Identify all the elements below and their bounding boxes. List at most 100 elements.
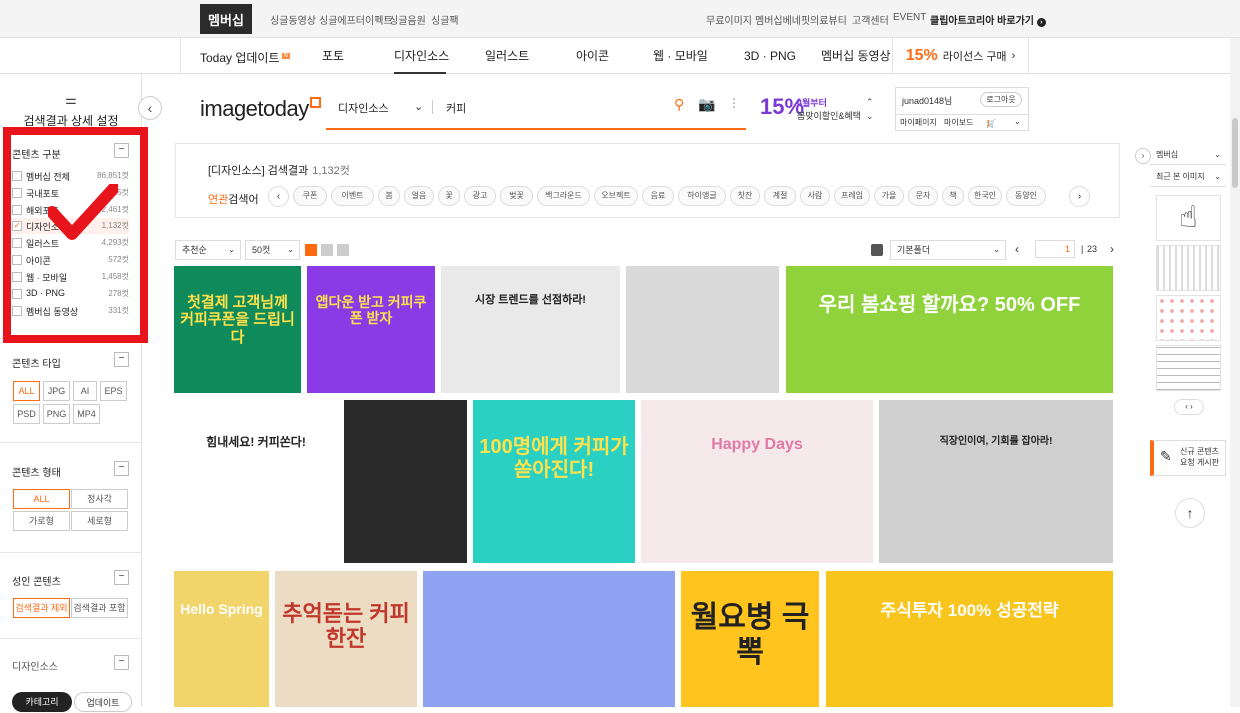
search-icon[interactable]: ⚲ — [674, 96, 684, 113]
type-jpg-button[interactable]: JPG — [43, 381, 70, 401]
related-keyword-chip[interactable]: 꽃 — [438, 186, 460, 206]
recent-thumb-hand-icon[interactable]: ☝ — [1156, 195, 1221, 241]
right-panel-select-membership[interactable]: 멤버십 ⌄ — [1150, 145, 1226, 165]
result-thumbnail[interactable]: 100명에게 커피가 쏟아진다! — [473, 400, 635, 563]
shape-square-button[interactable]: 정사각 — [71, 489, 128, 509]
top-link-medical[interactable]: 의료뷰티 — [810, 12, 847, 27]
type-psd-button[interactable]: PSD — [13, 404, 40, 424]
result-thumbnail[interactable]: 주식투자 100% 성공전략 — [826, 571, 1113, 707]
checkbox-checked[interactable]: ✓ — [12, 221, 22, 231]
related-keyword-chip[interactable]: 봄 — [378, 186, 400, 206]
mypage-link[interactable]: 마이페이지 — [900, 117, 937, 128]
related-keyword-chip[interactable]: 음료 — [642, 186, 674, 206]
more-vertical-icon[interactable]: ⋮ — [728, 96, 740, 110]
scroll-top-button[interactable]: ↑ — [1175, 498, 1205, 528]
result-thumbnail[interactable]: 힘내세요! 커피쏜다! — [174, 400, 338, 563]
folder-icon[interactable] — [871, 244, 883, 256]
adult-include-button[interactable]: 검색결과 포함 — [71, 598, 128, 618]
result-thumbnail[interactable]: 우리 봄쇼핑 할까요? 50% OFF — [786, 266, 1113, 393]
chevron-right-icon[interactable]: › — [1190, 402, 1193, 411]
checkbox[interactable] — [12, 238, 22, 248]
related-keyword-chip[interactable]: 문자 — [908, 186, 938, 206]
content-request-button[interactable]: ✎ 신규 콘텐츠 요청 게시판 — [1150, 440, 1226, 476]
nav-today-update[interactable]: Today 업데이트 N — [200, 38, 290, 74]
chevron-down-icon[interactable]: ⌄ — [866, 109, 874, 123]
license-purchase-button[interactable]: 15% 라이선스 구매 › — [893, 38, 1028, 74]
related-keyword-chip[interactable]: 벚꽃 — [500, 186, 533, 206]
related-keyword-chip[interactable]: 가을 — [874, 186, 904, 206]
design-section-toggle[interactable]: − — [114, 655, 129, 670]
related-keyword-chip[interactable]: 백그라운드 — [537, 186, 590, 206]
top-link-clipart[interactable]: 클립아트코리아 바로가기 › — [930, 12, 1046, 27]
promo-carousel-arrows[interactable]: ⌃ ⌄ — [866, 95, 874, 123]
nav-design-source[interactable]: 디자인소스 — [394, 38, 449, 74]
top-link-single-pack[interactable]: 싱글팩 — [431, 12, 459, 27]
scrollbar-thumb[interactable] — [1232, 118, 1238, 188]
nav-3d-png[interactable]: 3D · PNG — [744, 38, 796, 74]
checkbox[interactable] — [12, 272, 22, 282]
recent-thumb[interactable] — [1156, 345, 1221, 391]
checkbox[interactable] — [12, 188, 22, 198]
shape-landscape-button[interactable]: 가로형 — [13, 511, 70, 531]
search-category-select[interactable]: 디자인소스 — [338, 100, 389, 116]
right-panel-select-recent[interactable]: 최근 본 이미지 ⌄ — [1150, 167, 1226, 187]
top-link-single-video[interactable]: 싱글동영상 — [270, 12, 316, 27]
related-keyword-chip[interactable]: 광고 — [464, 186, 496, 206]
list-view-icon[interactable] — [321, 244, 333, 256]
content-item-3d-png[interactable]: 3D · PNG 278컷 — [12, 286, 129, 302]
page-scrollbar[interactable] — [1230, 38, 1240, 707]
result-thumbnail[interactable]: 추억돋는 커피한잔 — [275, 571, 417, 707]
adult-section-toggle[interactable]: − — [114, 570, 129, 585]
next-page-button[interactable]: › — [1110, 242, 1114, 256]
result-thumbnail[interactable] — [344, 400, 467, 563]
related-keyword-chip[interactable]: 사람 — [800, 186, 830, 206]
folder-select[interactable]: 기본폴더 ⌄ — [890, 240, 1006, 260]
related-keyword-chip[interactable]: 책 — [942, 186, 964, 206]
logout-button[interactable]: 로그아웃 — [980, 92, 1022, 107]
shape-portrait-button[interactable]: 세로형 — [71, 511, 128, 531]
chevron-down-icon[interactable]: ⌄ — [414, 100, 423, 113]
type-all-button[interactable]: ALL — [13, 381, 40, 401]
grid-view-icon[interactable] — [305, 244, 317, 256]
checkbox[interactable] — [12, 289, 22, 299]
result-thumbnail[interactable]: Happy Days — [641, 400, 873, 563]
result-thumbnail[interactable]: 시장 트렌드를 선점하라! — [441, 266, 620, 393]
related-keyword-chip[interactable]: 이벤트 — [331, 186, 374, 206]
chips-prev-button[interactable]: ‹ — [268, 186, 289, 207]
content-item-membership-all[interactable]: 멤버십 전체 86,851컷 — [12, 168, 129, 184]
checkbox[interactable] — [12, 171, 22, 181]
sort-select[interactable]: 추천순 ⌄ — [175, 240, 241, 260]
type-eps-button[interactable]: EPS — [100, 381, 127, 401]
chevron-left-icon[interactable]: ‹ — [1185, 402, 1188, 411]
tab-update[interactable]: 업데이트 — [74, 692, 132, 712]
recent-thumb[interactable] — [1156, 295, 1221, 341]
membership-brand-button[interactable]: 멤버십 — [200, 4, 252, 34]
imagetoday-logo[interactable]: imagetoday — [200, 96, 321, 122]
myboard-link[interactable]: 마이보드 — [944, 117, 973, 128]
large-view-icon[interactable] — [337, 244, 349, 256]
content-item-web-mobile[interactable]: 웹 · 모바일 1,458컷 — [12, 269, 129, 285]
content-section-toggle[interactable]: − — [114, 143, 129, 158]
nav-icon[interactable]: 아이콘 — [575, 38, 610, 74]
related-keyword-chip[interactable]: 찻잔 — [730, 186, 760, 206]
content-item-membership-video[interactable]: 멤버십 동영상 331컷 — [12, 303, 129, 319]
chevron-up-icon[interactable]: ⌃ — [866, 95, 874, 109]
spring-promo-banner[interactable]: 15% 4월부터 봄맞이할인&혜택 — [760, 92, 870, 126]
shape-all-button[interactable]: ALL — [13, 489, 70, 509]
result-thumbnail[interactable]: 직장인이여, 기회를 잡아라! — [879, 400, 1113, 563]
adult-exclude-button[interactable]: 검색결과 제외 — [13, 598, 70, 618]
camera-icon[interactable]: 📷 — [698, 96, 715, 113]
per-page-select[interactable]: 50컷 ⌄ — [245, 240, 300, 260]
nav-illust[interactable]: 일러스트 — [485, 38, 529, 74]
type-mp4-button[interactable]: MP4 — [73, 404, 100, 424]
checkbox[interactable] — [12, 306, 22, 316]
prev-page-button[interactable]: ‹ — [1015, 242, 1019, 256]
related-keyword-chip[interactable]: 쿠폰 — [293, 186, 327, 206]
top-link-benefit[interactable]: 멤버십베네핏 — [755, 12, 810, 27]
related-keyword-chip[interactable]: 계절 — [764, 186, 796, 206]
sidebar-collapse-button[interactable]: ‹ — [138, 96, 162, 120]
result-thumbnail[interactable] — [423, 571, 675, 707]
top-link-single-music[interactable]: 싱글음원 — [389, 12, 426, 27]
page-input[interactable]: 1 — [1035, 240, 1075, 258]
nav-membership-video[interactable]: 멤버십 동영상 — [821, 38, 891, 74]
